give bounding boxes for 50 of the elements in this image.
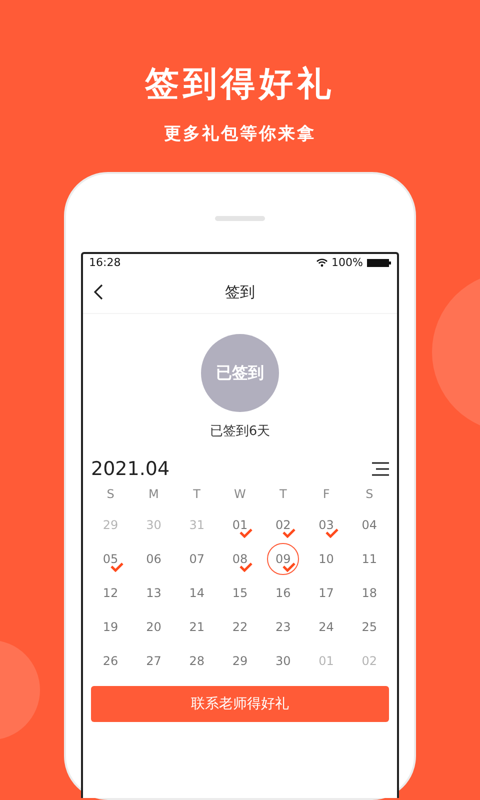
sign-in-summary: 已签到6天 <box>208 423 272 440</box>
calendar-day[interactable]: 26 <box>94 645 127 677</box>
battery-icon <box>367 258 391 266</box>
calendar-day[interactable]: 05 <box>94 543 127 575</box>
menu-icon[interactable] <box>371 462 389 476</box>
calendar-day[interactable]: 16 <box>267 577 300 609</box>
nav-title: 签到 <box>225 282 255 302</box>
weekday-label: T <box>192 486 202 503</box>
weekday-label: F <box>322 486 331 503</box>
weekday-label: S <box>364 486 374 503</box>
calendar-day[interactable]: 29 <box>224 645 256 677</box>
calendar-day[interactable]: 15 <box>224 577 256 609</box>
calendar-day[interactable]: 14 <box>180 577 213 609</box>
calendar-day[interactable]: 18 <box>353 577 386 609</box>
wifi-icon <box>316 258 328 267</box>
calendar-day[interactable]: 25 <box>353 611 386 643</box>
calendar-day[interactable]: 12 <box>94 577 127 609</box>
calendar-day[interactable]: 02 <box>267 509 300 541</box>
weekday-label: S <box>106 486 116 503</box>
calendar-day[interactable]: 03 <box>310 509 342 541</box>
calendar-day[interactable]: 07 <box>180 543 213 575</box>
subtitle: 更多礼包等你来拿 <box>164 123 316 146</box>
weekday-label: M <box>148 486 160 503</box>
calendar-month: 2021.04 <box>91 458 170 480</box>
headline: 签到得好礼 <box>145 63 335 106</box>
calendar-day[interactable]: 22 <box>224 611 256 643</box>
battery-percent: 100% <box>332 256 363 269</box>
contact-teacher-button[interactable]: 联系老师得好礼 <box>91 686 389 722</box>
calendar-day[interactable]: 10 <box>310 543 342 575</box>
weekday-label: W <box>233 486 247 503</box>
weekday-label: T <box>278 486 288 503</box>
calendar-day[interactable]: 30 <box>267 645 300 677</box>
calendar-day[interactable]: 09 <box>267 543 300 575</box>
calendar-day[interactable]: 19 <box>94 611 127 643</box>
signed-in-badge: 已签到 <box>201 334 279 412</box>
calendar-day[interactable]: 06 <box>138 543 170 575</box>
calendar-day[interactable]: 23 <box>267 611 300 643</box>
calendar-day[interactable]: 08 <box>224 543 256 575</box>
calendar-day[interactable]: 11 <box>353 543 386 575</box>
calendar-day[interactable]: 04 <box>353 509 386 541</box>
calendar-day[interactable]: 24 <box>310 611 342 643</box>
calendar-day[interactable]: 20 <box>138 611 170 643</box>
calendar-day[interactable]: 01 <box>224 509 256 541</box>
speaker-slot <box>215 216 265 221</box>
calendar-day[interactable]: 27 <box>138 645 170 677</box>
calendar-day[interactable]: 17 <box>310 577 342 609</box>
calendar-day[interactable]: 28 <box>180 645 213 677</box>
calendar-day[interactable]: 21 <box>180 611 213 643</box>
status-time: 16:28 <box>89 256 121 269</box>
calendar-day[interactable]: 13 <box>138 577 170 609</box>
